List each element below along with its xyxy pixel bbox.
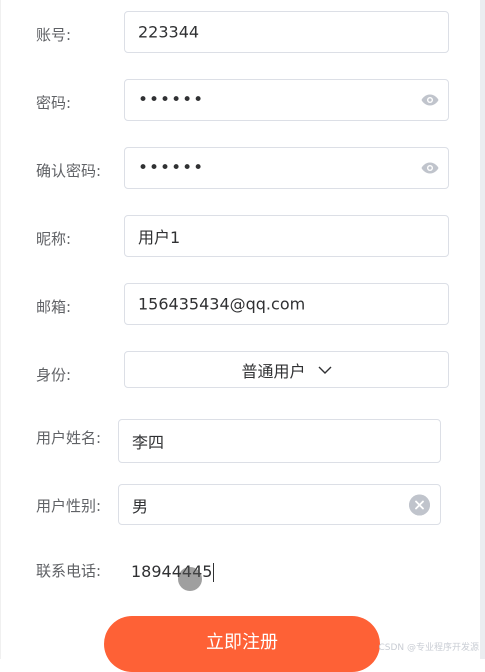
nickname-value: 用户1: [138, 228, 181, 247]
real-name-input[interactable]: 李四: [118, 419, 441, 463]
nickname-input[interactable]: 用户1: [124, 215, 449, 257]
identity-select[interactable]: 普通用户: [124, 351, 449, 388]
email-input[interactable]: 156435434@qq.com: [124, 283, 449, 325]
touch-cursor: [178, 567, 202, 591]
gender-label: 用户性别:: [36, 497, 102, 515]
password-label: 密码:: [36, 94, 72, 112]
clear-icon[interactable]: [409, 494, 430, 515]
account-label: 账号:: [36, 26, 72, 44]
phone-label: 联系电话:: [36, 562, 102, 580]
real-name-value: 李四: [132, 433, 165, 452]
register-button[interactable]: 立即注册: [104, 616, 380, 672]
identity-label: 身份:: [36, 366, 72, 384]
real-name-label: 用户姓名:: [36, 429, 102, 447]
text-caret: [213, 563, 215, 582]
nickname-label: 昵称:: [36, 230, 72, 248]
eye-icon[interactable]: [421, 162, 439, 174]
scrollbar-track[interactable]: [480, 0, 485, 659]
account-input[interactable]: 223344: [124, 11, 449, 53]
identity-value: 普通用户: [241, 361, 306, 381]
watermark: CSDN @专业程序开发源: [378, 643, 479, 653]
eye-icon[interactable]: [421, 94, 439, 106]
account-value: 223344: [138, 22, 200, 42]
email-value: 156435434@qq.com: [138, 294, 306, 314]
gender-value: 男: [132, 496, 149, 516]
left-border: [0, 0, 1, 659]
chevron-down-icon: [318, 366, 331, 374]
gender-input[interactable]: 男: [118, 484, 441, 525]
password-value: ••••••: [138, 90, 205, 110]
confirm-password-value: ••••••: [138, 158, 205, 178]
email-label: 邮箱:: [36, 298, 72, 316]
confirm-password-label: 确认密码:: [36, 162, 102, 180]
password-input[interactable]: ••••••: [124, 79, 449, 121]
confirm-password-input[interactable]: ••••••: [124, 147, 449, 189]
